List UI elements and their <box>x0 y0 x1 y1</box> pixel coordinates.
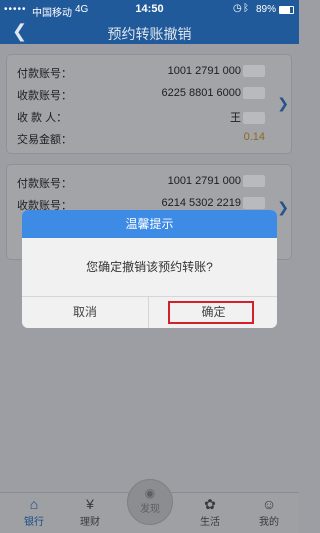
tab-label: 银行 <box>24 517 44 528</box>
payer-account-label: 付款账号： <box>17 68 72 80</box>
dialog-title: 温馨提示 <box>22 210 277 238</box>
payee-account-label: 收款账号： <box>17 90 72 102</box>
tab-label: 我的 <box>259 517 279 528</box>
redacted-mask <box>243 197 265 210</box>
alarm-icon: ◷ <box>233 3 242 14</box>
redacted-mask <box>243 65 265 78</box>
payer-account-row: 付款账号： 1001 2791 000 <box>17 65 283 81</box>
amount-label: 交易金额： <box>17 134 72 146</box>
money-bag-icon: ¥ <box>86 496 94 512</box>
life-icon: ✿ <box>204 496 216 512</box>
payee-name-label: 收 款 人： <box>17 112 68 124</box>
payee-account-value: 6225 8801 6000 <box>161 87 241 99</box>
tab-bank[interactable]: ⌂ 银行 <box>4 493 64 533</box>
eye-icon: ◉ <box>144 486 156 500</box>
cancel-button-label: 取消 <box>72 305 97 319</box>
redacted-mask <box>243 112 265 125</box>
tab-bar: ⌂ 银行 ¥ 理财 ◉ 发现 ✿ 生活 ☺ 我的 <box>0 479 299 533</box>
cancel-button[interactable]: 取消 <box>22 297 149 328</box>
nav-bar: ❮ 预约转账撤销 <box>0 20 299 44</box>
payer-account-value: 1001 2791 000 <box>167 175 241 187</box>
tab-label: 发现 <box>140 504 160 515</box>
confirm-button[interactable]: 确定 <box>150 297 277 328</box>
payer-account-value: 1001 2791 000 <box>167 65 241 77</box>
tab-discover[interactable]: ◉ 发现 <box>127 479 173 525</box>
payee-name-value: 王 <box>230 112 241 124</box>
bluetooth-icon: ᛒ <box>243 3 249 14</box>
redacted-mask <box>243 87 265 100</box>
payer-account-label: 付款账号： <box>17 178 72 190</box>
redacted-mask <box>243 175 265 188</box>
transfer-card[interactable]: 付款账号： 1001 2791 000 收款账号： 6225 8801 6000… <box>6 54 292 154</box>
chevron-right-icon[interactable]: ❯ <box>277 199 289 216</box>
payee-name-row: 收 款 人： 王 <box>17 109 283 125</box>
payer-account-row: 付款账号： 1001 2791 000 <box>17 175 283 191</box>
battery-percent: 89% <box>256 4 277 15</box>
confirm-dialog: 温馨提示 您确定撤销该预约转账? 取消 确定 <box>22 210 277 328</box>
page-title: 预约转账撤销 <box>107 26 192 42</box>
amount-row: 交易金额： 0.14 <box>17 131 283 147</box>
tab-finance[interactable]: ¥ 理财 <box>60 493 120 533</box>
highlight-box <box>168 301 254 324</box>
tab-life[interactable]: ✿ 生活 <box>180 493 240 533</box>
tab-label: 理财 <box>80 517 100 528</box>
dialog-message: 您确定撤销该预约转账? <box>86 260 213 274</box>
payee-account-row: 收款账号： 6225 8801 6000 <box>17 87 283 103</box>
tab-mine[interactable]: ☺ 我的 <box>239 493 299 533</box>
tab-label: 生活 <box>200 517 220 528</box>
dialog-buttons: 取消 确定 <box>22 296 277 328</box>
payee-account-value: 6214 5302 2219 <box>161 197 241 209</box>
person-icon: ☺ <box>261 496 277 512</box>
home-icon: ⌂ <box>29 496 39 512</box>
status-bar: ••••• 中国移动 4G 14:50 ◷ ᛒ 89% <box>0 0 299 20</box>
status-time: 14:50 <box>135 3 164 15</box>
amount-value: 0.14 <box>243 131 265 143</box>
battery-icon <box>279 6 294 14</box>
